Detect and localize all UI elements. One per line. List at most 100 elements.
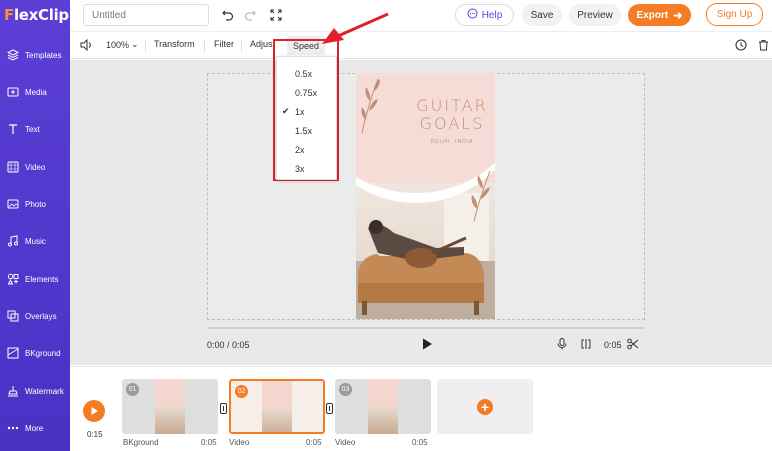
sidebar-item-templates[interactable]: Templates [0, 40, 70, 70]
playback-progress-bar[interactable] [207, 327, 644, 329]
trash-icon[interactable] [758, 39, 769, 51]
adjust-button[interactable]: Adjus [250, 39, 273, 49]
sidebar-item-text[interactable]: Text [0, 114, 70, 144]
chat-icon [467, 8, 478, 22]
redo-icon[interactable] [242, 7, 258, 23]
speed-option-0-5x[interactable]: 0.5x [277, 64, 336, 83]
split-icon[interactable] [580, 338, 592, 350]
transform-button[interactable]: Transform [154, 39, 195, 49]
poster-title: GUITAR GOALS [416, 96, 488, 133]
sidebar-item-label: Music [25, 236, 46, 246]
clip-label: Video [229, 438, 250, 447]
sidebar: FlexClip Templates Media Text Video Phot… [0, 0, 70, 451]
filter-button[interactable]: Filter [214, 39, 234, 49]
toolbar-divider [204, 40, 205, 52]
play-icon [423, 338, 432, 350]
play-button[interactable] [420, 337, 434, 351]
poster-subtitle: DELHI, INDIA [430, 139, 474, 145]
clip-thumbnail [262, 381, 292, 432]
sidebar-item-label: Templates [25, 50, 62, 60]
media-icon [6, 85, 20, 99]
transition-icon[interactable] [326, 403, 333, 414]
speed-option-2x[interactable]: 2x [277, 140, 336, 159]
export-button[interactable]: Export ➜ [628, 4, 691, 26]
edit-toolbar: 100% ⌄ Transform Filter Adjus Speed [70, 33, 772, 59]
fullscreen-icon[interactable] [268, 7, 284, 23]
speed-option-0-75x[interactable]: 0.75x [277, 83, 336, 102]
leaf-decoration-icon [471, 170, 491, 222]
toolbar-divider [145, 40, 146, 52]
help-button[interactable]: Help [455, 4, 514, 26]
plus-icon: + [477, 398, 493, 415]
clip-duration: 0:05 [604, 340, 622, 350]
video-icon [6, 160, 20, 174]
sidebar-item-watermark[interactable]: Watermark [0, 376, 70, 406]
speed-dropdown-menu: 0.5x 0.75x ✔ 1x 1.5x 2x 3x [276, 56, 337, 180]
sidebar-item-label: Elements [25, 274, 59, 284]
leaf-decoration-icon [361, 78, 380, 134]
sidebar-item-photo[interactable]: Photo [0, 189, 70, 219]
background-icon [6, 346, 20, 360]
sidebar-item-label: Watermark [25, 386, 64, 396]
sidebar-item-video[interactable]: Video [0, 152, 70, 182]
photo-icon [6, 197, 20, 211]
add-clip-button[interactable]: + [437, 379, 533, 434]
sidebar-item-label: Text [25, 124, 40, 134]
elements-icon [6, 272, 20, 286]
scissors-icon[interactable] [627, 338, 639, 350]
music-icon [6, 234, 20, 248]
sidebar-item-music[interactable]: Music [0, 226, 70, 256]
sidebar-item-label: Photo [25, 199, 46, 209]
toolbar-divider [241, 40, 242, 52]
zoom-select[interactable]: 100% ⌄ [106, 39, 139, 50]
annotation-arrow-icon [322, 12, 389, 44]
clip-number: 01 [126, 383, 139, 396]
clip-thumbnail [368, 379, 398, 434]
timeline-clip-1[interactable]: 01 [122, 379, 218, 434]
clip-duration: 0:05 [201, 438, 217, 447]
play-icon [91, 407, 98, 415]
overlays-icon [6, 309, 20, 323]
clip-label: BKground [123, 438, 159, 447]
timeline-clip-3[interactable]: 03 [335, 379, 431, 434]
clip-number: 02 [235, 385, 248, 398]
timeline-total-time: 0:15 [87, 430, 103, 439]
speed-option-3x[interactable]: 3x [277, 159, 336, 178]
undo-icon[interactable] [220, 7, 236, 23]
preview-button[interactable]: Preview [569, 4, 621, 26]
sidebar-item-label: More [25, 423, 44, 433]
speed-option-1-5x[interactable]: 1.5x [277, 121, 336, 140]
project-title-input[interactable] [83, 4, 209, 26]
watermark-icon [6, 384, 20, 398]
sidebar-item-label: Media [25, 87, 47, 97]
clip-duration: 0:05 [412, 438, 428, 447]
timeline-clip-2[interactable]: 02 [229, 379, 325, 434]
sidebar-item-bkground[interactable]: BKground [0, 338, 70, 368]
clip-thumbnail [155, 379, 185, 434]
chevron-down-icon: ⌄ [131, 39, 139, 49]
sidebar-item-elements[interactable]: Elements [0, 264, 70, 294]
app-logo[interactable]: FlexClip [4, 6, 69, 24]
sidebar-item-label: Video [25, 162, 46, 172]
current-time: 0:00 / 0:05 [207, 340, 250, 350]
sidebar-item-label: Overlays [25, 311, 57, 321]
text-icon [6, 122, 20, 136]
video-preview[interactable]: GUITAR GOALS DELHI, INDIA [356, 73, 495, 319]
top-bar: Help Save Preview Export ➜ Sign Up [70, 0, 772, 32]
microphone-icon[interactable] [556, 338, 568, 350]
sidebar-item-media[interactable]: Media [0, 77, 70, 107]
arrow-right-icon: ➜ [673, 9, 683, 22]
sign-up-button[interactable]: Sign Up [706, 3, 763, 26]
sidebar-item-overlays[interactable]: Overlays [0, 301, 70, 331]
templates-icon [6, 48, 20, 62]
more-icon [6, 421, 20, 435]
clip-duration: 0:05 [306, 438, 322, 447]
clock-icon[interactable] [735, 39, 747, 51]
sidebar-item-more[interactable]: More [0, 413, 70, 443]
volume-icon[interactable] [80, 39, 93, 51]
transition-icon[interactable] [220, 403, 227, 414]
clip-number: 03 [339, 383, 352, 396]
save-button[interactable]: Save [522, 4, 562, 26]
speed-option-1x[interactable]: ✔ 1x [277, 102, 336, 121]
timeline-play-button[interactable] [83, 400, 105, 422]
